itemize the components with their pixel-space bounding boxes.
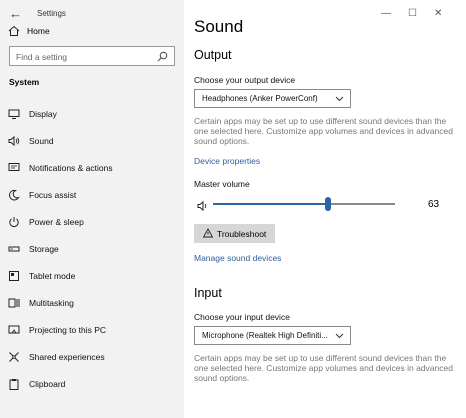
search-icon[interactable]	[157, 51, 168, 62]
main-panel: — ☐ ✕ Sound Output Choose your output de…	[184, 0, 466, 418]
notifications-icon	[8, 163, 20, 171]
speaker-icon	[8, 135, 20, 147]
sidebar-item-notifications[interactable]: Notifications & actions	[0, 158, 184, 178]
page-title: Sound	[194, 17, 244, 36]
sidebar-item-clipboard[interactable]: Clipboard	[0, 374, 184, 394]
search-input[interactable]: Find a setting	[9, 46, 175, 66]
sidebar-item-shared-experiences[interactable]: Shared experiences	[0, 347, 184, 367]
input-heading: Input	[194, 286, 222, 300]
storage-icon	[8, 246, 20, 252]
maximize-button[interactable]: ☐	[408, 8, 417, 19]
sidebar-item-label: Focus assist	[29, 190, 77, 200]
troubleshoot-label: Troubleshoot	[217, 229, 267, 239]
master-volume-label: Master volume	[194, 179, 250, 189]
chevron-down-icon	[335, 333, 344, 339]
sidebar: ← Settings Home Find a setting System Di…	[0, 0, 184, 418]
sidebar-item-tablet-mode[interactable]: Tablet mode	[0, 266, 184, 286]
power-icon	[9, 217, 19, 227]
back-arrow-icon[interactable]: ←	[9, 6, 22, 21]
sidebar-item-projecting[interactable]: Projecting to this PC	[0, 320, 184, 340]
troubleshoot-button[interactable]: Troubleshoot	[194, 224, 275, 243]
minimize-button[interactable]: —	[381, 8, 391, 19]
moon-icon	[9, 189, 20, 201]
speaker-icon[interactable]	[197, 200, 209, 212]
output-description: Certain apps may be set up to use differ…	[194, 116, 453, 146]
output-device-label: Choose your output device	[194, 75, 296, 85]
shared-icon	[9, 352, 19, 362]
input-description: Certain apps may be set up to use differ…	[194, 353, 453, 383]
output-heading: Output	[194, 48, 232, 62]
volume-value: 63	[428, 199, 440, 210]
sidebar-item-label: Notifications & actions	[29, 163, 113, 173]
tablet-icon	[9, 271, 19, 281]
sidebar-item-label: Clipboard	[29, 379, 66, 389]
input-device-value: Microphone (Realtek High Definiti...	[202, 331, 328, 340]
sidebar-item-label: Storage	[29, 244, 59, 254]
volume-slider-thumb[interactable]	[325, 197, 331, 211]
sidebar-item-label: Projecting to this PC	[29, 325, 107, 335]
section-heading-system: System	[9, 77, 40, 87]
projecting-icon	[8, 325, 20, 334]
volume-slider[interactable]	[213, 197, 395, 211]
sidebar-item-power-sleep[interactable]: Power & sleep	[0, 212, 184, 232]
output-device-value: Headphones (Anker PowerConf)	[202, 94, 318, 103]
output-device-dropdown[interactable]: Headphones (Anker PowerConf)	[194, 89, 351, 108]
search-placeholder: Find a setting	[16, 52, 68, 62]
home-link[interactable]: Home	[8, 24, 50, 38]
sidebar-item-focus-assist[interactable]: Focus assist	[0, 185, 184, 205]
sidebar-item-label: Display	[29, 109, 57, 119]
close-button[interactable]: ✕	[434, 8, 442, 19]
home-label: Home	[27, 26, 50, 36]
multitasking-icon	[8, 298, 20, 308]
app-title: Settings	[37, 9, 66, 18]
sidebar-item-multitasking[interactable]: Multitasking	[0, 293, 184, 313]
sidebar-item-sound[interactable]: Sound	[0, 131, 184, 151]
manage-sound-devices-link[interactable]: Manage sound devices	[194, 253, 281, 263]
sidebar-item-label: Sound	[29, 136, 54, 146]
input-device-dropdown[interactable]: Microphone (Realtek High Definiti...	[194, 326, 351, 345]
sidebar-item-storage[interactable]: Storage	[0, 239, 184, 259]
device-properties-link[interactable]: Device properties	[194, 156, 260, 166]
sidebar-item-label: Multitasking	[29, 298, 74, 308]
sidebar-item-display[interactable]: Display	[0, 104, 184, 124]
sidebar-item-label: Tablet mode	[29, 271, 76, 281]
clipboard-icon	[9, 379, 19, 390]
input-device-label: Choose your input device	[194, 312, 290, 322]
warning-icon	[203, 228, 213, 238]
sidebar-item-label: Shared experiences	[29, 352, 105, 362]
display-icon	[8, 109, 20, 119]
sidebar-item-label: Power & sleep	[29, 217, 84, 227]
home-icon	[8, 25, 20, 36]
chevron-down-icon	[335, 96, 344, 102]
volume-slider-fill	[213, 203, 328, 205]
